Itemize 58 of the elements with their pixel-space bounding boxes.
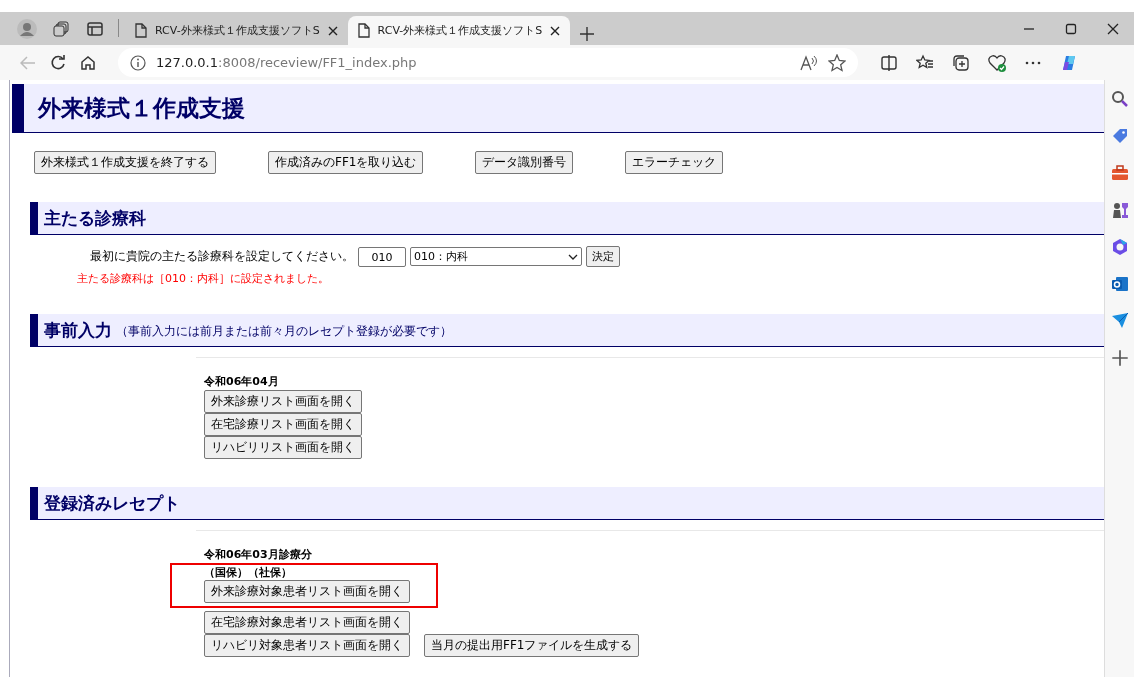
list-button[interactable]: リハビリ対象患者リスト画面を開く	[204, 634, 410, 657]
add-icon[interactable]	[1110, 349, 1129, 367]
read-aloud-icon[interactable]	[800, 54, 818, 71]
url-text: 127.0.0.1:8008/receview/FF1_index.php	[156, 55, 418, 70]
code-field[interactable]: 010	[358, 246, 406, 267]
toolbox-icon[interactable]	[1110, 164, 1129, 182]
close-icon[interactable]	[550, 25, 561, 36]
insurer-label: （国保）（社保）	[204, 565, 293, 580]
maximize-icon[interactable]	[1065, 22, 1077, 35]
section-note: （事前入力には前月または前々月のレセプト登録が必要です）	[116, 323, 452, 340]
action-button[interactable]: エラーチェック	[625, 151, 724, 174]
list-button[interactable]: 外来診療リスト画面を開く	[204, 390, 362, 413]
page-icon	[135, 23, 147, 38]
search-icon[interactable]	[1110, 90, 1129, 108]
home-icon[interactable]	[80, 54, 96, 71]
close-icon[interactable]	[327, 25, 338, 36]
workspaces-icon[interactable]	[53, 20, 69, 37]
list-button[interactable]: 在宅診療リスト画面を開く	[204, 413, 362, 436]
health-icon[interactable]	[988, 53, 1006, 72]
action-button[interactable]: 外来様式１作成支援を終了する	[34, 151, 216, 174]
period-label: 令和06年04月	[204, 374, 280, 390]
chess-pieces-icon[interactable]	[1110, 201, 1129, 219]
profile-icon[interactable]	[17, 18, 37, 39]
hexagon-app-icon[interactable]	[1110, 238, 1129, 256]
page-title: 外来様式１作成支援	[38, 93, 245, 123]
page-icon	[357, 23, 370, 38]
chevron-down-icon	[568, 253, 578, 260]
browser-tab[interactable]: RCV-外来様式１作成支援ソフトS	[347, 16, 571, 45]
list-button[interactable]: 外来診療対象患者リスト画面を開く	[204, 580, 410, 603]
tab-title: RCV-外来様式１作成支援ソフトS	[377, 23, 543, 38]
tab-title: RCV-外来様式１作成支援ソフトS	[155, 23, 320, 38]
period-label: 令和06年03月診療分	[204, 547, 313, 563]
department-select[interactable]: 010：内科	[410, 247, 582, 266]
action-button[interactable]: データ識別番号	[475, 151, 574, 174]
prompt-text: 最初に貴院の主たる診療科を設定してください。	[90, 248, 354, 265]
browser-tab[interactable]: RCV-外来様式１作成支援ソフトS	[125, 16, 348, 45]
confirm-button[interactable]: 決定	[586, 246, 620, 267]
list-button[interactable]: リハビリリスト画面を開く	[204, 436, 362, 459]
list-button[interactable]: 在宅診療対象患者リスト画面を開く	[204, 611, 410, 634]
status-message: 主たる診療科は［010：内科］に設定されました。	[77, 271, 330, 286]
action-button[interactable]: 作成済みのFF1を取り込む	[268, 151, 424, 174]
split-screen-icon[interactable]	[880, 53, 898, 72]
info-icon	[130, 54, 146, 71]
section-title: 登録済みレセプト	[44, 491, 180, 515]
mail-app-icon[interactable]	[1110, 275, 1129, 293]
close-icon[interactable]	[1107, 22, 1119, 35]
reload-icon[interactable]	[50, 54, 66, 71]
star-icon[interactable]	[828, 53, 846, 72]
section-title: 事前入力	[44, 318, 112, 342]
collections-icon[interactable]	[952, 53, 970, 72]
paper-plane-icon[interactable]	[1110, 312, 1129, 330]
generate-button[interactable]: 当月の提出用FF1ファイルを生成する	[424, 634, 640, 657]
favorites-icon[interactable]	[916, 53, 934, 72]
new-tab-icon[interactable]	[580, 27, 595, 41]
section-title: 主たる診療科	[44, 206, 146, 230]
tab-actions-icon[interactable]	[87, 20, 103, 37]
copilot-icon[interactable]	[1060, 53, 1078, 72]
address-bar[interactable]: 127.0.0.1:8008/receview/FF1_index.php	[118, 48, 858, 77]
